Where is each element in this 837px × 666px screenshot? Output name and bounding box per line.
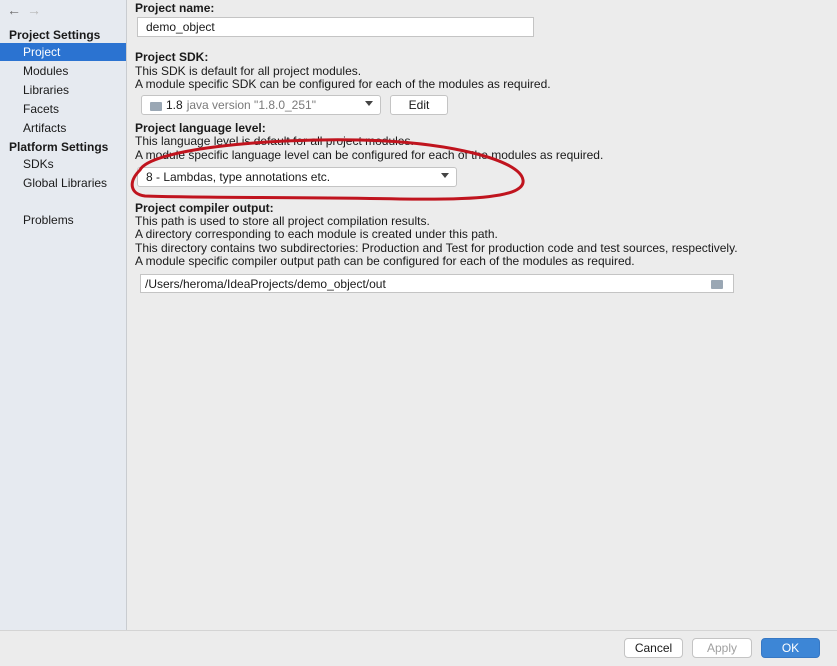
sidebar-item-facets[interactable]: Facets	[0, 100, 126, 118]
sidebar-item-modules[interactable]: Modules	[0, 62, 126, 80]
sidebar-item-global-libraries[interactable]: Global Libraries	[0, 174, 126, 192]
forward-arrow-icon[interactable]: →	[27, 2, 41, 18]
platform-settings-header: Platform Settings	[9, 140, 109, 154]
compiler-output-desc-3: This directory contains two subdirectori…	[135, 241, 738, 255]
compiler-output-desc-1: This path is used to store all project c…	[135, 214, 430, 228]
project-name-label: Project name:	[135, 1, 215, 15]
language-level-desc-1: This language level is default for all p…	[135, 134, 414, 148]
project-sdk-desc-1: This SDK is default for all project modu…	[135, 64, 362, 78]
browse-folder-icon[interactable]	[711, 280, 723, 289]
project-sdk-label: Project SDK:	[135, 50, 209, 64]
ok-button[interactable]: OK	[761, 638, 820, 658]
folder-icon	[150, 101, 162, 111]
sdk-name: 1.8	[166, 98, 183, 112]
sidebar-item-project[interactable]: Project	[0, 43, 126, 61]
sidebar-item-artifacts[interactable]: Artifacts	[0, 119, 126, 137]
compiler-output-desc-2: A directory corresponding to each module…	[135, 227, 498, 241]
nav-arrows: ← →	[7, 2, 41, 18]
language-level-select[interactable]: 8 - Lambdas, type annotations etc.	[137, 167, 457, 187]
chevron-down-icon	[441, 173, 449, 178]
language-level-label: Project language level:	[135, 121, 266, 135]
project-sdk-desc-2: A module specific SDK can be configured …	[135, 77, 551, 91]
settings-sidebar: ← → Project Settings Project Modules Lib…	[0, 0, 127, 630]
compiler-output-path: /Users/heroma/IdeaProjects/demo_object/o…	[145, 277, 386, 291]
compiler-output-desc-4: A module specific compiler output path c…	[135, 254, 635, 268]
chevron-down-icon	[365, 101, 373, 106]
language-level-desc-2: A module specific language level can be …	[135, 148, 604, 162]
sidebar-item-sdks[interactable]: SDKs	[0, 155, 126, 173]
compiler-output-input[interactable]: /Users/heroma/IdeaProjects/demo_object/o…	[140, 274, 734, 293]
sidebar-item-libraries[interactable]: Libraries	[0, 81, 126, 99]
back-arrow-icon[interactable]: ←	[7, 2, 21, 18]
project-settings-header: Project Settings	[9, 28, 101, 42]
sdk-version: java version "1.8.0_251"	[186, 98, 316, 112]
cancel-button[interactable]: Cancel	[624, 638, 683, 658]
dialog-button-bar: Cancel Apply OK	[0, 630, 837, 666]
apply-button[interactable]: Apply	[692, 638, 752, 658]
project-sdk-select[interactable]: 1.8 java version "1.8.0_251"	[141, 95, 381, 115]
sidebar-item-problems[interactable]: Problems	[0, 211, 126, 229]
language-level-value: 8 - Lambdas, type annotations etc.	[146, 170, 331, 184]
edit-sdk-button[interactable]: Edit	[390, 95, 448, 115]
compiler-output-label: Project compiler output:	[135, 201, 274, 215]
project-settings-panel: Project name: demo_object Project SDK: T…	[127, 0, 837, 630]
project-name-input[interactable]: demo_object	[137, 17, 534, 37]
